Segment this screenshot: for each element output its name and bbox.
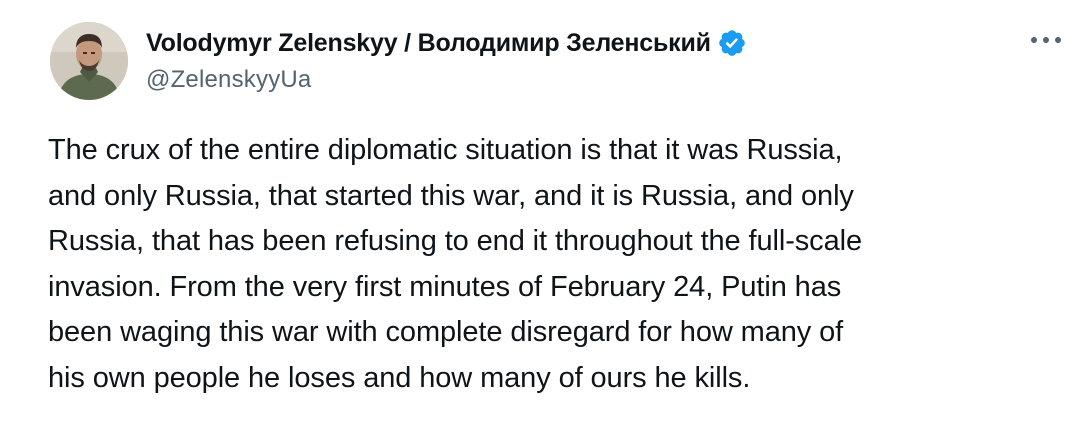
tweet-card: Volodymyr Zelenskyy / Володимир Зеленськ… <box>0 0 1080 444</box>
author-handle[interactable]: @ZelenskyyUa <box>146 66 311 94</box>
tweet-text-line: his own people he loses and how many of … <box>48 361 751 394</box>
tweet-text-line: invasion. From the very first minutes of… <box>48 270 842 303</box>
tweet-text-line: and only Russia, that started this war, … <box>48 179 854 212</box>
tweet-text: The crux of the entire diplomatic situat… <box>48 128 1058 401</box>
author-display-name[interactable]: Volodymyr Zelenskyy / Володимир Зеленськ… <box>146 29 711 58</box>
more-options-button[interactable] <box>1024 26 1068 54</box>
tweet-text-line: The crux of the entire diplomatic situat… <box>48 134 843 166</box>
avatar[interactable] <box>50 22 128 100</box>
avatar-image <box>50 22 128 100</box>
more-options-icon <box>1031 37 1061 43</box>
verified-badge-icon[interactable] <box>717 28 747 58</box>
tweet-text-line: Russia, that has been refusing to end it… <box>48 225 862 257</box>
author-name-row: Volodymyr Zelenskyy / Володимир Зеленськ… <box>146 26 747 60</box>
tweet-text-line: been waging this war with complete disre… <box>48 316 844 348</box>
